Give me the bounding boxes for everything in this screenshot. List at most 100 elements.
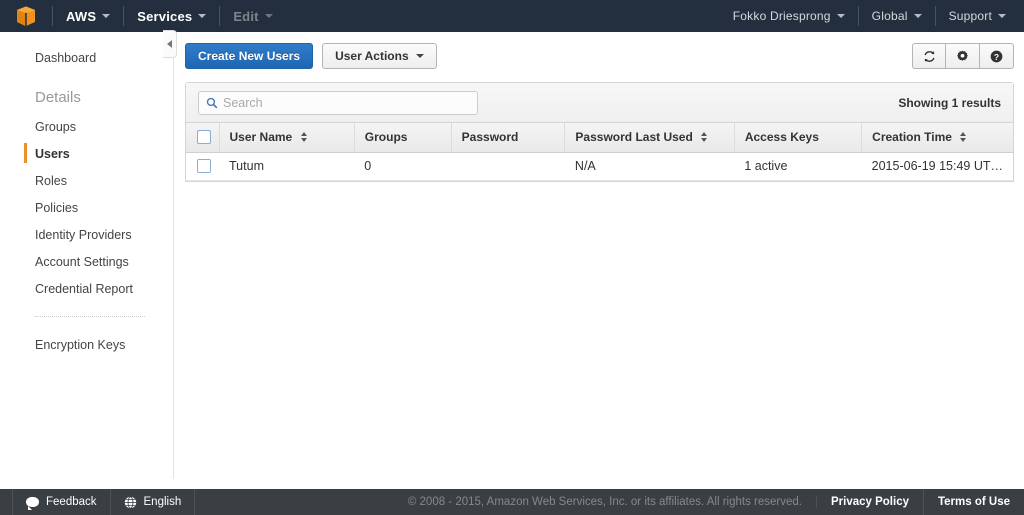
column-label: Creation Time <box>872 130 952 145</box>
chevron-down-icon <box>264 14 273 18</box>
sidebar-item-label: Encryption Keys <box>35 337 126 352</box>
gear-icon <box>957 50 968 61</box>
nav-item-aws-label: AWS <box>66 8 97 24</box>
user-actions-button[interactable]: User Actions <box>322 43 437 69</box>
sidebar-divider <box>35 316 145 317</box>
sidebar-item-label: Dashboard <box>35 50 97 65</box>
sidebar-item-label: Groups <box>35 119 76 134</box>
chevron-down-icon <box>913 14 922 18</box>
sidebar-item-policies[interactable]: Policies <box>0 194 173 221</box>
nav-item-services-label: Services <box>137 8 193 24</box>
speech-bubble-icon <box>26 497 39 510</box>
sidebar-item-account-settings[interactable]: Account Settings <box>0 248 173 275</box>
column-label: Access Keys <box>744 130 819 145</box>
aws-cube-logo <box>17 6 35 26</box>
sidebar-item-groups[interactable]: Groups <box>0 113 173 140</box>
chevron-down-icon <box>998 14 1006 18</box>
language-label: English <box>143 496 182 508</box>
create-new-users-label: Create New Users <box>198 49 301 63</box>
nav-item-support[interactable]: Support <box>936 0 1024 32</box>
terms-of-use-link[interactable]: Terms of Use <box>924 489 1024 515</box>
nav-item-region[interactable]: Global <box>859 0 935 32</box>
privacy-policy-link[interactable]: Privacy Policy <box>817 489 924 515</box>
cell-password <box>451 152 565 181</box>
column-label: Password <box>461 130 519 145</box>
select-all-checkbox[interactable] <box>197 130 211 145</box>
help-button[interactable]: ? <box>980 43 1014 69</box>
table-row[interactable]: Tutum 0 N/A 1 active 2015-06-19 15:49 UT… <box>186 152 1013 181</box>
sidebar-item-label: Policies <box>35 200 79 215</box>
row-select-cell <box>186 152 220 181</box>
chevron-left-icon <box>167 40 172 48</box>
svg-text:?: ? <box>994 51 999 61</box>
column-label: User Name <box>229 130 293 145</box>
region-label: Global <box>871 9 908 23</box>
account-name-label: Fokko Driesprong <box>732 9 831 23</box>
column-header-groups[interactable]: Groups <box>354 123 452 153</box>
sidebar-section-label: Details <box>35 88 81 106</box>
feedback-button[interactable]: Feedback <box>12 489 111 515</box>
sort-icon <box>701 132 708 143</box>
search-icon <box>206 97 218 108</box>
user-actions-label: User Actions <box>335 49 409 63</box>
feedback-label: Feedback <box>46 496 97 508</box>
sidebar-item-credential-report[interactable]: Credential Report <box>0 275 173 302</box>
sort-icon <box>960 132 967 143</box>
sidebar-item-encryption-keys[interactable]: Encryption Keys <box>0 331 173 358</box>
table-body: Tutum 0 N/A 1 active 2015-06-19 15:49 UT… <box>186 152 1013 181</box>
row-checkbox[interactable] <box>197 159 211 173</box>
aws-logo[interactable] <box>0 0 52 32</box>
table-header-row: User Name Groups Password Password Last … <box>186 123 1013 153</box>
nav-item-aws[interactable]: AWS <box>53 0 123 32</box>
cell-groups: 0 <box>354 152 452 181</box>
create-new-users-button[interactable]: Create New Users <box>185 43 314 69</box>
sidebar-item-identity-providers[interactable]: Identity Providers <box>0 221 173 248</box>
sidebar-item-label: Account Settings <box>35 254 129 269</box>
sidebar-item-users[interactable]: Users <box>0 140 173 167</box>
sidebar-item-label: Identity Providers <box>35 227 132 242</box>
sidebar-item-label: Credential Report <box>35 281 133 296</box>
refresh-button[interactable] <box>912 43 946 69</box>
copyright-text: © 2008 - 2015, Amazon Web Services, Inc.… <box>394 496 817 508</box>
nav-item-services[interactable]: Services <box>124 0 219 32</box>
nav-item-edit[interactable]: Edit <box>220 0 285 32</box>
panel-header: Search Showing 1 results <box>186 83 1013 123</box>
main-content: Create New Users User Actions ? Search S… <box>175 32 1024 479</box>
language-button[interactable]: English <box>111 489 196 515</box>
settings-button[interactable] <box>946 43 980 69</box>
sidebar-section-details: Details <box>0 81 173 113</box>
sidebar-item-dashboard[interactable]: Dashboard <box>0 44 173 71</box>
sidebar-item-label: Roles <box>35 173 67 188</box>
search-input[interactable]: Search <box>198 90 478 115</box>
search-placeholder: Search <box>223 95 263 110</box>
sidebar-item-roles[interactable]: Roles <box>0 167 173 194</box>
column-label: Groups <box>364 130 408 145</box>
results-count: Showing 1 results <box>898 95 1001 110</box>
help-icon: ? <box>990 50 1003 62</box>
toolbar-icon-group: ? <box>912 43 1014 69</box>
column-header-password-last-used[interactable]: Password Last Used <box>564 123 735 153</box>
nav-item-account[interactable]: Fokko Driesprong <box>720 0 858 32</box>
column-header-password[interactable]: Password <box>451 123 566 153</box>
column-header-access-keys[interactable]: Access Keys <box>734 123 863 153</box>
globe-icon <box>124 495 136 509</box>
cell-access-keys: 1 active <box>734 152 862 181</box>
chevron-down-icon <box>836 14 845 18</box>
action-toolbar: Create New Users User Actions ? <box>175 32 1024 76</box>
column-label: Password Last Used <box>575 130 693 145</box>
cell-creation-time: 2015-06-19 15:49 UT… <box>861 152 1013 181</box>
select-all-header <box>186 123 220 153</box>
users-panel: Search Showing 1 results User Name Group… <box>185 82 1014 182</box>
column-header-creation-time[interactable]: Creation Time <box>861 123 1013 153</box>
sidebar: Dashboard Details Groups Users Roles Pol… <box>0 32 174 479</box>
sidebar-item-label: Users <box>35 146 70 161</box>
nav-item-edit-label: Edit <box>233 8 259 24</box>
table-header: User Name Groups Password Password Last … <box>186 123 1013 153</box>
users-table: User Name Groups Password Password Last … <box>186 123 1013 181</box>
chevron-down-icon <box>198 14 207 18</box>
chevron-down-icon <box>102 14 111 18</box>
column-header-user-name[interactable]: User Name <box>219 123 355 153</box>
sidebar-collapse-button[interactable] <box>163 30 177 58</box>
support-label: Support <box>948 9 992 23</box>
refresh-icon <box>923 50 935 62</box>
